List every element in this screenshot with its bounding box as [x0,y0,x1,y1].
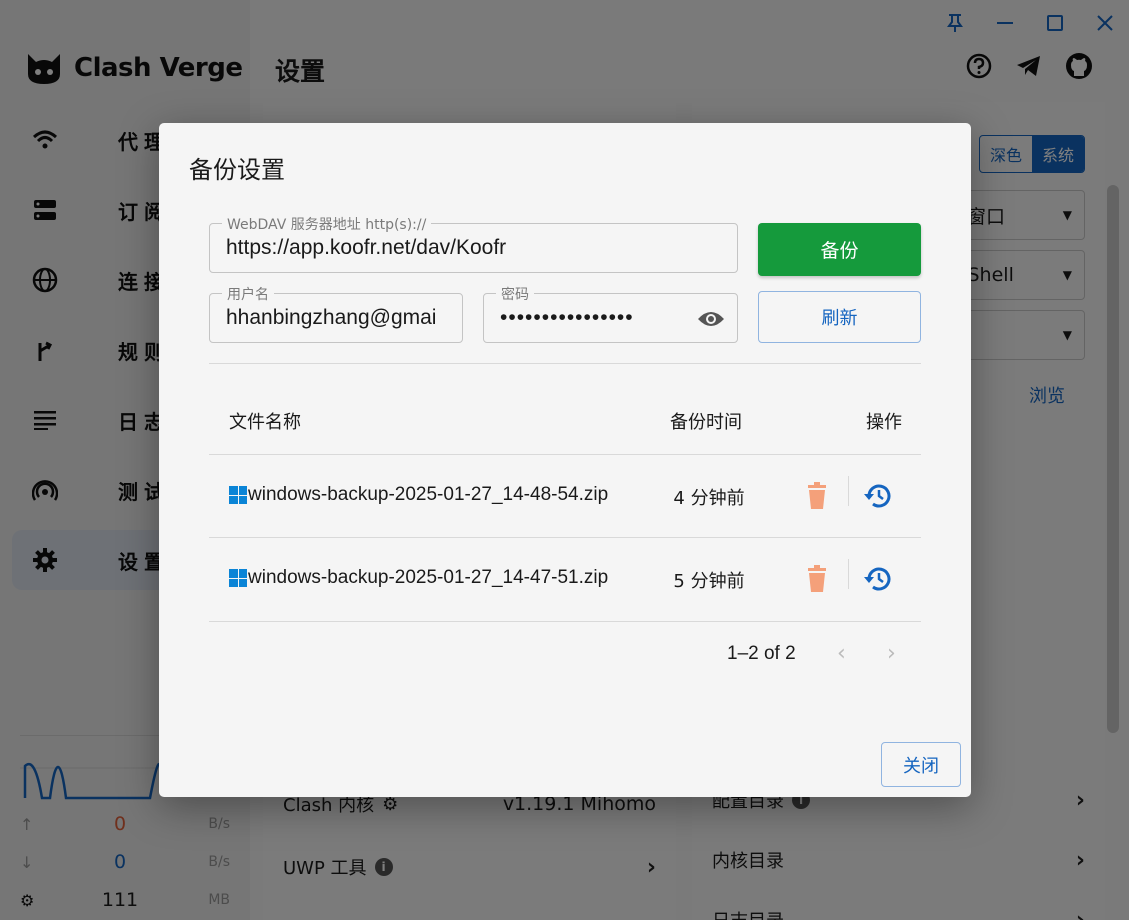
file-name-cell: windows-backup-2025-01-27_14-47-51.zip [229,567,608,589]
pagination-info: 1–2 of 2 [727,643,796,664]
backup-settings-dialog: 备份设置 WebDAV 服务器地址 http(s):// 用户名 密码 备份 刷… [159,123,971,797]
action-separator [848,559,849,589]
backup-button[interactable]: 备份 [758,223,921,276]
windows-icon [229,486,247,504]
column-header-time: 备份时间 [670,412,742,433]
file-name: windows-backup-2025-01-27_14-48-54.zip [248,484,609,505]
webdav-url-input[interactable] [226,224,727,272]
action-separator [848,476,849,506]
file-name: windows-backup-2025-01-27_14-47-51.zip [248,567,609,588]
eye-icon[interactable] [697,306,725,332]
table-row: windows-backup-2025-01-27_14-47-51.zip 5… [209,537,921,620]
username-input[interactable] [226,294,452,342]
refresh-button[interactable]: 刷新 [758,291,921,343]
windows-icon [229,569,247,587]
divider [209,621,921,622]
password-field: 密码 [483,284,738,343]
restore-icon[interactable] [864,565,894,593]
file-name-cell: windows-backup-2025-01-27_14-48-54.zip [229,484,608,506]
webdav-url-field: WebDAV 服务器地址 http(s):// [209,214,738,273]
restore-icon[interactable] [864,482,894,510]
column-header-filename: 文件名称 [229,412,301,433]
delete-icon[interactable] [805,565,829,593]
chevron-right-icon[interactable]: › [887,641,896,666]
backup-time: 4 分钟前 [673,488,745,509]
username-field: 用户名 [209,284,463,343]
backup-time: 5 分钟前 [673,571,745,592]
chevron-left-icon[interactable]: ‹ [837,641,846,666]
close-button[interactable]: 关闭 [881,742,961,787]
delete-icon[interactable] [805,482,829,510]
dialog-title: 备份设置 [189,156,285,184]
divider [209,363,921,364]
table-row: windows-backup-2025-01-27_14-48-54.zip 4… [209,454,921,537]
password-input[interactable] [500,294,687,342]
column-header-actions: 操作 [866,412,902,433]
